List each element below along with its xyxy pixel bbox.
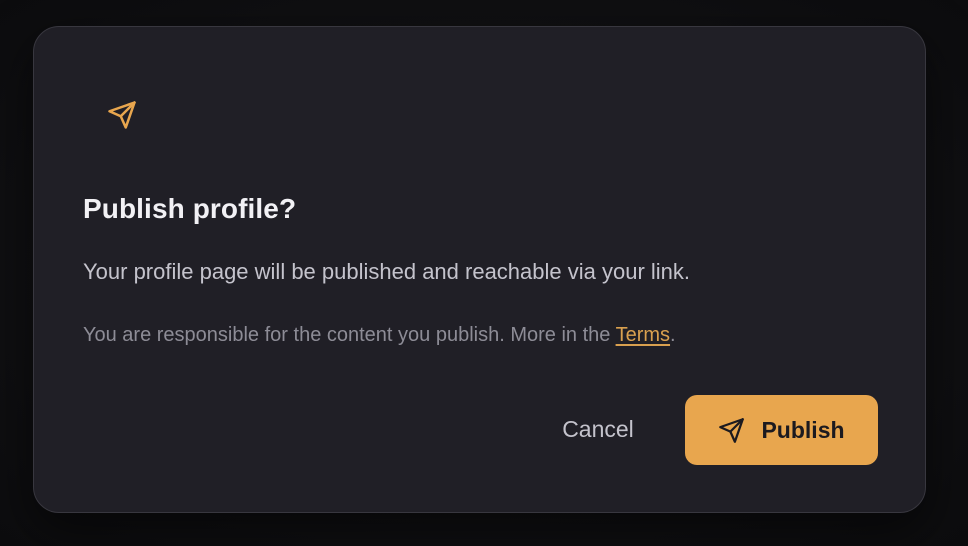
dialog-title: Publish profile? — [83, 193, 297, 224]
cancel-button-label: Cancel — [562, 415, 634, 442]
note-text: You are responsible for the content you … — [83, 324, 616, 346]
publish-button[interactable]: Publish — [685, 395, 878, 465]
send-icon — [718, 417, 745, 444]
send-icon — [106, 99, 138, 131]
dialog-description: Your profile page will be published and … — [83, 259, 691, 284]
publish-button-label: Publish — [761, 416, 845, 443]
cancel-button[interactable]: Cancel — [534, 397, 662, 461]
dialog-note: You are responsible for the content you … — [83, 324, 676, 347]
terms-link[interactable]: Terms — [616, 324, 670, 346]
note-suffix: . — [670, 324, 676, 346]
publish-dialog: Publish profile? Your profile page will … — [33, 26, 926, 513]
